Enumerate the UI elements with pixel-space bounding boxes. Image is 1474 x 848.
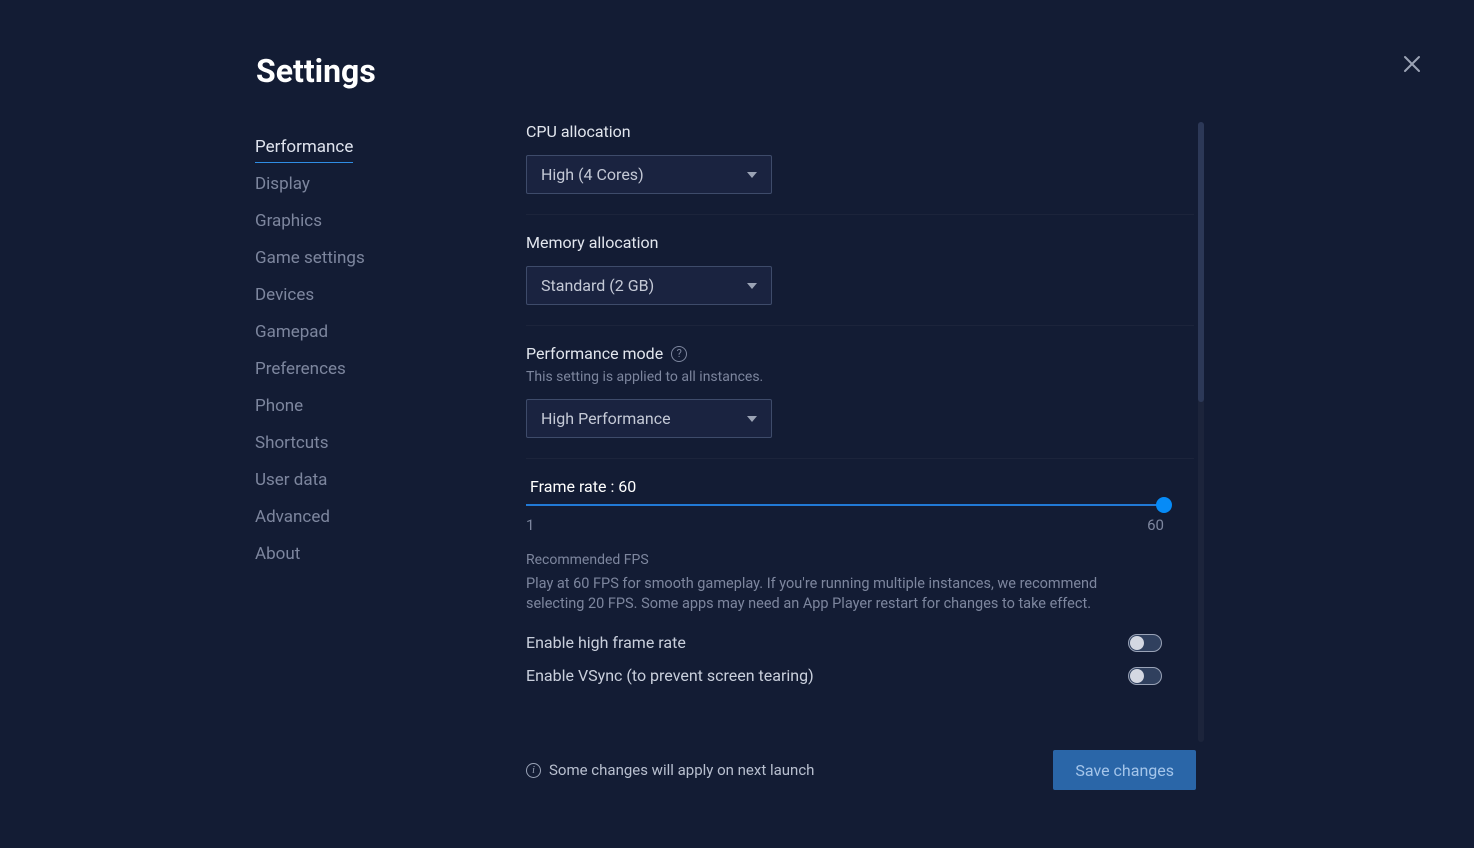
sidebar-item-user-data[interactable]: User data [255,461,435,498]
sidebar-item-game-settings[interactable]: Game settings [255,239,435,276]
help-icon[interactable]: ? [671,346,687,362]
frame-rate-min: 1 [526,516,534,534]
frame-rate-prefix: Frame rate : [530,477,618,496]
sidebar-item-shortcuts[interactable]: Shortcuts [255,424,435,461]
close-button[interactable] [1400,52,1424,76]
performance-mode-hint: This setting is applied to all instances… [526,369,1194,385]
frame-rate-slider-thumb[interactable] [1156,497,1172,513]
performance-mode-label: Performance mode ? [526,344,1194,363]
cpu-allocation-label: CPU allocation [526,122,1194,141]
performance-mode-value: High Performance [541,409,671,428]
settings-panel: CPU allocation High (4 Cores) Memory all… [526,122,1194,699]
enable-high-frame-rate-label: Enable high frame rate [526,633,686,652]
scrollbar[interactable] [1198,122,1204,742]
sidebar-item-about[interactable]: About [255,535,435,572]
footer-hint: i Some changes will apply on next launch [526,761,814,779]
recommended-fps-text: Play at 60 FPS for smooth gameplay. If y… [526,574,1156,613]
sidebar-item-display[interactable]: Display [255,165,435,202]
enable-high-frame-rate-toggle[interactable] [1128,634,1162,652]
memory-allocation-value: Standard (2 GB) [541,276,654,295]
sidebar-item-gamepad[interactable]: Gamepad [255,313,435,350]
recommended-fps-title: Recommended FPS [526,552,1194,568]
sidebar: Performance Display Graphics Game settin… [255,128,435,572]
cpu-allocation-select[interactable]: High (4 Cores) [526,155,772,194]
save-changes-button[interactable]: Save changes [1053,750,1196,790]
memory-allocation-label: Memory allocation [526,233,1194,252]
enable-vsync-toggle[interactable] [1128,667,1162,685]
frame-rate-max: 60 [1147,516,1164,534]
sidebar-item-preferences[interactable]: Preferences [255,350,435,387]
scrollbar-thumb[interactable] [1198,122,1204,402]
page-title: Settings [256,52,376,90]
performance-mode-select[interactable]: High Performance [526,399,772,438]
close-icon [1400,52,1424,76]
toggle-knob [1130,669,1144,683]
footer-hint-text: Some changes will apply on next launch [549,761,814,779]
sidebar-item-graphics[interactable]: Graphics [255,202,435,239]
cpu-allocation-value: High (4 Cores) [541,165,644,184]
enable-vsync-label: Enable VSync (to prevent screen tearing) [526,666,814,685]
frame-rate-slider[interactable] [526,504,1164,506]
memory-allocation-select[interactable]: Standard (2 GB) [526,266,772,305]
performance-mode-label-text: Performance mode [526,344,663,363]
sidebar-item-performance[interactable]: Performance [255,128,353,165]
chevron-down-icon [747,416,757,422]
toggle-knob [1130,636,1144,650]
sidebar-item-devices[interactable]: Devices [255,276,435,313]
frame-rate-value: 60 [618,477,636,496]
chevron-down-icon [747,283,757,289]
footer: i Some changes will apply on next launch… [526,750,1196,790]
chevron-down-icon [747,172,757,178]
frame-rate-label: Frame rate : 60 [530,477,1194,496]
sidebar-item-advanced[interactable]: Advanced [255,498,435,535]
info-icon: i [526,763,541,778]
sidebar-item-phone[interactable]: Phone [255,387,435,424]
